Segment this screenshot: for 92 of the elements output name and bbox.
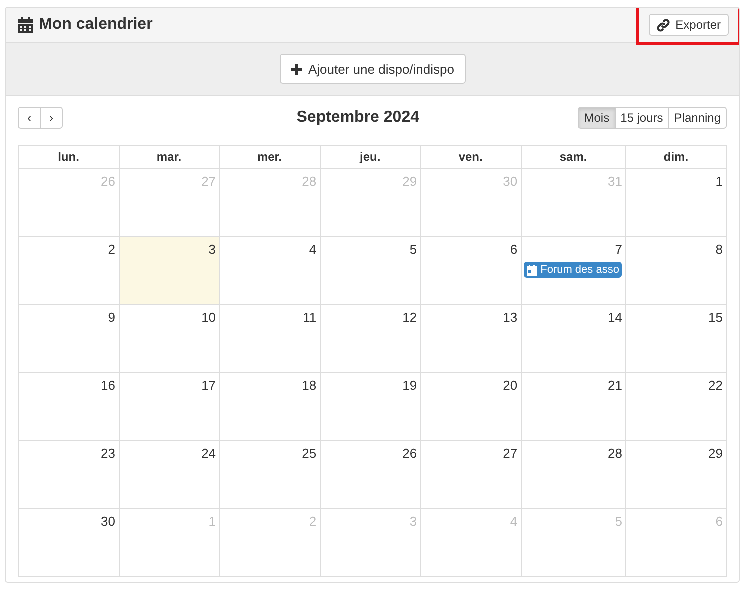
day-cell[interactable]: 29: [626, 441, 727, 509]
next-button[interactable]: ›: [40, 106, 63, 128]
day-number: 12: [402, 310, 418, 325]
plus-icon: [290, 64, 302, 74]
event-chip[interactable]: Forum des asso: [524, 262, 622, 278]
day-number: 11: [303, 310, 317, 325]
calendar-icon: [526, 264, 537, 276]
day-number: 26: [402, 446, 418, 461]
view-tab[interactable]: Planning: [668, 106, 727, 128]
day-number: 13: [503, 310, 518, 325]
day-cell[interactable]: 16: [19, 373, 120, 441]
day-cell[interactable]: 28: [522, 441, 626, 509]
day-number: 25: [302, 446, 317, 461]
day-number: 1: [208, 514, 216, 529]
today-cell[interactable]: 3: [120, 237, 220, 305]
weekday-header: ven.: [421, 146, 522, 169]
day-cell[interactable]: 7 Forum des asso: [522, 237, 626, 305]
day-number: 20: [503, 378, 518, 393]
export-button[interactable]: Exporter: [648, 14, 729, 36]
calendar-icon: [18, 17, 33, 33]
day-cell[interactable]: 30: [19, 509, 120, 577]
day-number: 29: [708, 446, 723, 461]
link-icon: [656, 18, 670, 32]
day-number: 26: [101, 174, 116, 189]
day-number: 5: [410, 242, 418, 257]
day-number: 30: [101, 514, 116, 529]
weekday-header: jeu.: [320, 146, 422, 169]
day-number: 3: [208, 242, 216, 257]
day-cell[interactable]: 9: [19, 305, 120, 373]
day-cell[interactable]: 19: [320, 373, 422, 441]
day-cell[interactable]: 10: [120, 305, 220, 373]
view-tab[interactable]: Mois: [578, 106, 616, 128]
day-cell[interactable]: 22: [626, 373, 727, 441]
day-number: 23: [101, 446, 116, 461]
day-cell[interactable]: 26: [320, 441, 422, 509]
day-cell[interactable]: 1: [626, 169, 727, 237]
day-number: 21: [608, 378, 622, 393]
view-tab[interactable]: 15 jours: [614, 106, 670, 128]
day-cell[interactable]: 17: [120, 373, 220, 441]
day-number: 22: [708, 378, 723, 393]
day-number: 31: [608, 174, 622, 189]
day-number: 2: [309, 514, 317, 529]
day-cell[interactable]: 23: [19, 441, 120, 509]
day-number: 27: [202, 174, 216, 189]
day-cell[interactable]: 13: [421, 305, 522, 373]
day-number: 28: [608, 446, 622, 461]
day-cell[interactable]: 15: [626, 305, 727, 373]
day-cell[interactable]: 27: [421, 441, 522, 509]
day-number: 10: [202, 310, 216, 325]
day-number: 5: [615, 514, 622, 529]
day-number: 2: [108, 242, 116, 257]
previous-button[interactable]: ‹: [18, 106, 41, 128]
day-number: 18: [302, 378, 317, 393]
day-number: 4: [510, 514, 518, 529]
day-cell[interactable]: 20: [421, 373, 522, 441]
day-number: 16: [101, 378, 116, 393]
day-cell[interactable]: 24: [120, 441, 220, 509]
day-number: 4: [309, 242, 317, 257]
day-number: 28: [302, 174, 317, 189]
weekday-header: mer.: [220, 146, 321, 169]
weekday-header: lun.: [19, 146, 120, 169]
day-number: 27: [503, 446, 518, 461]
month-title: Septembre 2024: [296, 108, 420, 126]
day-number: 3: [410, 514, 418, 529]
day-cell[interactable]: 4: [220, 237, 321, 305]
day-cell[interactable]: 8: [626, 237, 727, 305]
day-number: 14: [608, 310, 622, 325]
day-cell[interactable]: 25: [220, 441, 321, 509]
day-cell[interactable]: 11: [220, 305, 321, 373]
add-button[interactable]: Ajouter une dispo/indispo: [280, 54, 466, 84]
weekday-header: mar.: [120, 146, 220, 169]
panel-title: Mon calendrier: [39, 16, 153, 34]
day-number: 15: [708, 310, 723, 325]
day-number: 29: [402, 174, 418, 189]
day-number: 7: [615, 242, 622, 257]
day-number: 17: [202, 378, 216, 393]
day-number: 1: [716, 174, 723, 189]
weekday-header: dim.: [626, 146, 727, 169]
day-number: 9: [108, 310, 116, 325]
day-number: 8: [716, 242, 723, 257]
day-cell[interactable]: 14: [522, 305, 626, 373]
weekday-header: sam.: [522, 146, 626, 169]
day-number: 6: [510, 242, 518, 257]
day-cell[interactable]: 12: [320, 305, 422, 373]
day-number: 24: [202, 446, 216, 461]
day-number: 6: [716, 514, 723, 529]
day-number: 19: [402, 378, 418, 393]
day-cell[interactable]: 18: [220, 373, 321, 441]
day-cell[interactable]: 6: [421, 237, 522, 305]
day-number: 30: [503, 174, 518, 189]
day-cell[interactable]: 5: [320, 237, 422, 305]
day-cell[interactable]: 21: [522, 373, 626, 441]
